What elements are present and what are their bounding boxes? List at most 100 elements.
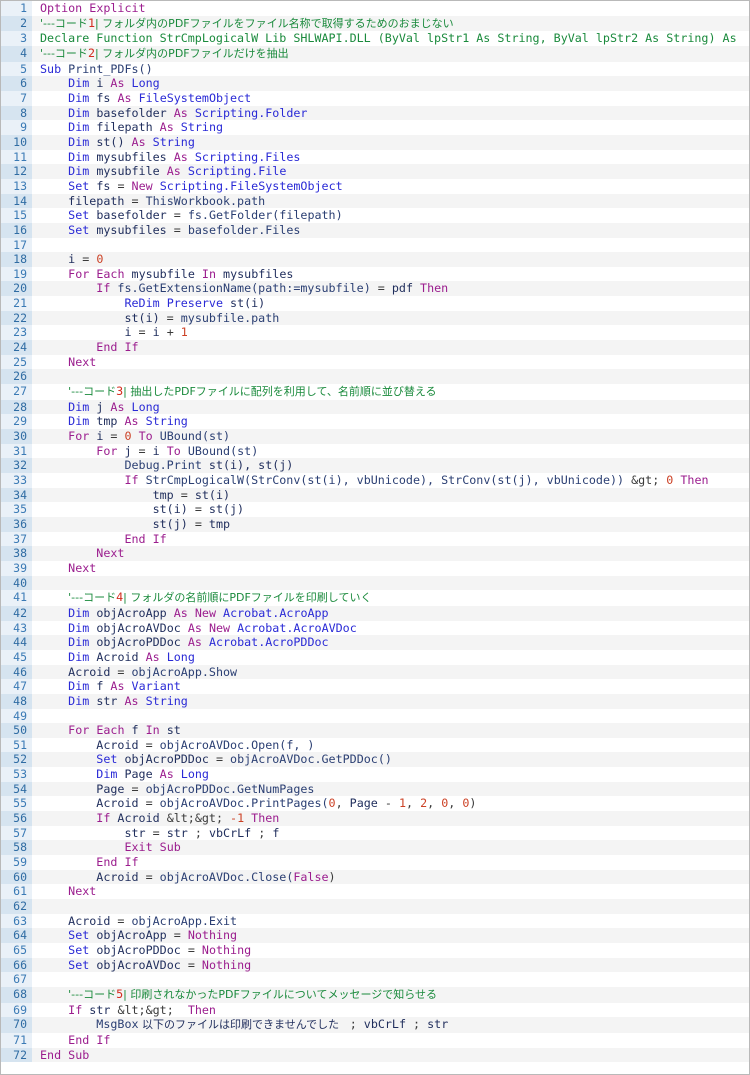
code-text[interactable]: For i = 0 To UBound(st) [32, 429, 749, 444]
code-token: As [145, 649, 160, 664]
code-token: ; [406, 1017, 428, 1032]
code-text[interactable]: Set objAcroPDDoc = objAcroAVDoc.GetPDDoc… [32, 752, 749, 768]
code-text[interactable]: Next [32, 546, 749, 561]
code-text[interactable]: Set mysubfiles = basefolder.Files [32, 222, 749, 238]
code-text[interactable]: Next [32, 354, 749, 370]
code-text[interactable]: Dim j As Long [32, 399, 749, 415]
code-token: objAcroAVDoc.Close( [159, 869, 294, 884]
code-text[interactable]: If Acroid &lt;&gt; -1 Then [32, 811, 749, 826]
code-text[interactable]: Next [32, 560, 749, 576]
code-text[interactable] [32, 369, 749, 385]
code-token: Long [131, 399, 160, 414]
code-text[interactable]: ReDim Preserve st(i) [32, 296, 749, 311]
code-text[interactable]: tmp = st(i) [32, 487, 749, 503]
code-text[interactable]: '---コード2| フォルダ内のPDFファイルだけを抽出 [32, 45, 749, 62]
code-text[interactable]: Next [32, 884, 749, 900]
code-text[interactable]: End If [32, 340, 749, 355]
code-text[interactable]: Dim tmp As String [32, 414, 749, 430]
code-token: UBound(st) [187, 443, 259, 458]
code-token: Variant [131, 679, 181, 694]
code-text[interactable]: Dim st() As String [32, 134, 749, 150]
code-text[interactable]: '---コード4| フォルダの名前順にPDFファイルを印刷していく [32, 590, 749, 606]
code-line: 12 Dim mysubfile As Scripting.File [1, 164, 749, 179]
code-token: basefolder.Files [187, 222, 301, 237]
line-number: 55 [1, 796, 32, 812]
code-text[interactable]: If fs.GetExtensionName(path:=mysubfile) … [32, 281, 749, 297]
code-text[interactable]: MsgBox 以下のファイルは印刷できませんでした ; vbCrLf ; str [32, 1017, 749, 1033]
code-text[interactable]: Acroid = objAcroApp.Show [32, 664, 749, 680]
code-text[interactable]: For Each mysubfile In mysubfiles [32, 266, 749, 282]
code-text[interactable]: st(i) = st(j) [32, 502, 749, 517]
code-text[interactable]: Dim Page As Long [32, 767, 749, 782]
line-number: 64 [1, 928, 32, 943]
code-text[interactable]: End If [32, 1032, 749, 1048]
code-text[interactable]: Page = objAcroPDDoc.GetNumPages [32, 781, 749, 797]
code-token: = [166, 928, 188, 943]
code-token: -1 [230, 811, 245, 826]
code-text[interactable]: Dim fs As FileSystemObject [32, 90, 749, 106]
code-text[interactable]: Acroid = objAcroAVDoc.PrintPages(0, Page… [32, 796, 749, 812]
code-text[interactable]: Acroid = objAcroAVDoc.Open(f, ) [32, 737, 749, 753]
code-text[interactable]: st(i) = mysubfile.path [32, 310, 749, 326]
code-text[interactable]: If StrCmpLogicalW(StrConv(st(i), vbUnico… [32, 473, 749, 488]
code-token: Dim [68, 164, 90, 179]
code-text[interactable] [32, 972, 749, 987]
code-text[interactable]: Acroid = objAcroApp.Exit [32, 913, 749, 929]
code-text[interactable]: Declare Function StrCmpLogicalW Lib SHLW… [32, 31, 749, 46]
code-text[interactable]: Dim basefolder As Scripting.Folder [32, 105, 749, 121]
code-token: Dim [68, 679, 90, 694]
code-line: 22 st(i) = mysubfile.path [1, 310, 749, 326]
code-token: = [187, 502, 209, 517]
code-text[interactable]: If str &lt;&gt; Then [32, 1002, 749, 1018]
code-text[interactable] [32, 237, 749, 253]
code-text[interactable]: Dim filepath As String [32, 120, 749, 135]
code-text[interactable]: Dim mysubfile As Scripting.File [32, 164, 749, 179]
code-text[interactable]: Set fs = New Scripting.FileSystemObject [32, 178, 749, 194]
code-line: 60 Acroid = objAcroAVDoc.Close(False) [1, 869, 749, 885]
code-text[interactable]: For j = i To UBound(st) [32, 443, 749, 459]
code-text[interactable]: Dim f As Variant [32, 679, 749, 694]
code-text[interactable]: '---コード5| 印刷されなかったPDFファイルについてメッセージで知らせる [32, 986, 749, 1003]
code-text[interactable]: Set basefolder = fs.GetFolder(filepath) [32, 208, 749, 223]
code-text[interactable] [32, 899, 749, 914]
code-token: tmp [208, 516, 231, 531]
code-text[interactable]: Dim str As String [32, 693, 749, 709]
code-text[interactable]: '---コード3| 抽出したPDFファイルに配列を利用して、名前順に並び替える [32, 384, 749, 400]
code-text[interactable]: Dim Acroid As Long [32, 649, 749, 665]
code-text[interactable]: st(j) = tmp [32, 516, 749, 532]
code-text[interactable]: End Sub [32, 1047, 749, 1063]
code-line: 54 Page = objAcroPDDoc.GetNumPages [1, 781, 749, 797]
code-text[interactable] [32, 708, 749, 724]
code-text[interactable]: i = 0 [32, 252, 749, 267]
code-text[interactable]: i = i + 1 [32, 325, 749, 341]
code-text[interactable]: str = str ; vbCrLf ; f [32, 825, 749, 841]
code-text[interactable]: End If [32, 855, 749, 870]
code-text[interactable]: Set objAcroApp = Nothing [32, 928, 749, 943]
code-text[interactable]: Dim i As Long [32, 76, 749, 91]
line-number: 3 [1, 31, 32, 46]
code-text[interactable]: Acroid = objAcroAVDoc.Close(False) [32, 869, 749, 885]
code-text[interactable]: Set objAcroAVDoc = Nothing [32, 957, 749, 973]
code-text[interactable]: Dim mysubfiles As Scripting.Files [32, 149, 749, 165]
code-text[interactable]: filepath = ThisWorkbook.path [32, 193, 749, 209]
code-text[interactable]: End If [32, 531, 749, 547]
line-number: 61 [1, 884, 32, 900]
code-token: For [96, 443, 118, 458]
code-text[interactable]: '---コード1| フォルダ内のPDFファイルをファイル名称で取得するためのおま… [32, 15, 749, 32]
code-token: Scripting.Folder [194, 105, 308, 120]
code-text[interactable]: Exit Sub [32, 840, 749, 856]
code-text[interactable]: Option Explicit [32, 1, 749, 16]
code-text[interactable]: Dim objAcroApp As New Acrobat.AcroApp [32, 605, 749, 621]
code-text[interactable] [32, 575, 749, 591]
code-token: As [110, 679, 125, 694]
code-text[interactable]: For Each f In st [32, 723, 749, 738]
code-text[interactable]: Set objAcroPDDoc = Nothing [32, 943, 749, 958]
code-text[interactable]: Sub Print_PDFs() [32, 61, 749, 77]
code-text[interactable]: Dim objAcroPDDoc As Acrobat.AcroPDDoc [32, 635, 749, 650]
code-text[interactable]: Dim objAcroAVDoc As New Acrobat.AcroAVDo… [32, 620, 749, 636]
code-token: Nothing [201, 943, 252, 957]
code-text[interactable]: Debug.Print st(i), st(j) [32, 458, 749, 473]
